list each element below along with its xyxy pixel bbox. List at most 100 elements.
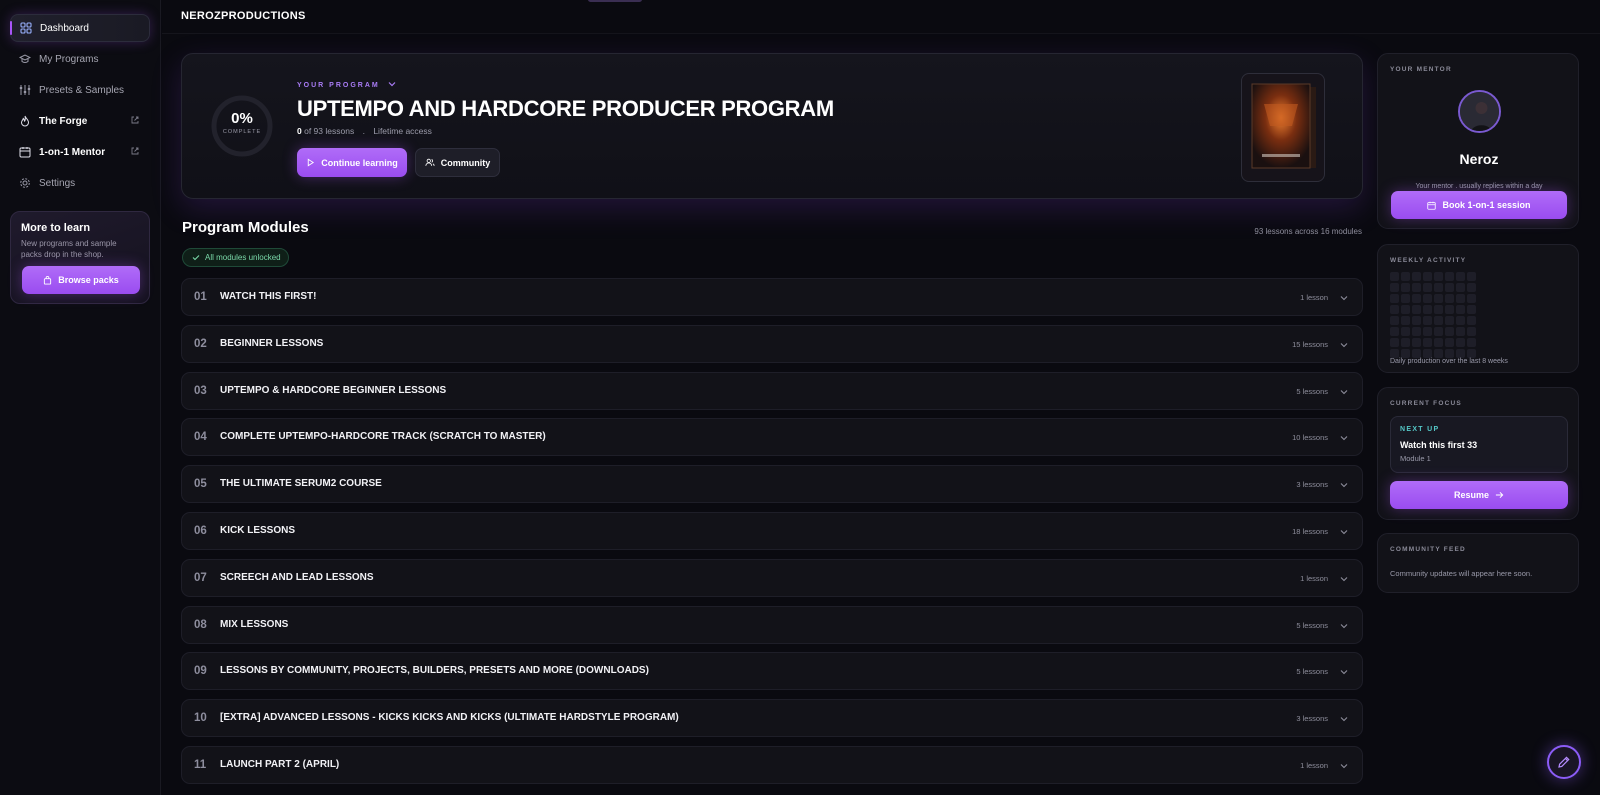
module-row[interactable]: 01 WATCH THIS FIRST! 1 lesson bbox=[181, 278, 1363, 316]
community-button[interactable]: Community bbox=[415, 148, 500, 177]
avatar bbox=[1458, 90, 1501, 133]
activity-cell bbox=[1423, 338, 1432, 347]
activity-cell bbox=[1467, 316, 1476, 325]
activity-cell bbox=[1445, 316, 1454, 325]
mentor-label: YOUR MENTOR bbox=[1390, 66, 1452, 73]
chevron-down-icon[interactable] bbox=[1339, 480, 1349, 490]
program-product-image bbox=[1241, 73, 1325, 182]
module-row[interactable]: 03 UPTEMPO & HARDCORE BEGINNER LESSONS 5 l… bbox=[181, 371, 1363, 410]
chevron-down-icon[interactable] bbox=[1339, 574, 1349, 584]
module-title: BEGINNER LESSONS bbox=[220, 337, 324, 349]
activity-cell bbox=[1456, 349, 1465, 358]
next-lesson-title: Watch this first 33 bbox=[1400, 440, 1478, 450]
sidebar-item-label: Presets & Samples bbox=[39, 84, 125, 96]
sidebar: Dashboard My Programs Presets & Samples … bbox=[0, 0, 161, 795]
calendar-icon bbox=[1427, 201, 1437, 210]
module-title: WATCH THIS FIRST! bbox=[220, 291, 317, 302]
total-lessons: of 93 lessons bbox=[304, 126, 355, 136]
sidebar-item-label: Dashboard bbox=[40, 22, 89, 34]
pencil-icon bbox=[1558, 756, 1570, 768]
access-type: Lifetime access bbox=[373, 126, 432, 136]
module-row[interactable]: 02 BEGINNER LESSONS 15 lessons bbox=[181, 324, 1363, 363]
activity-cell bbox=[1412, 327, 1421, 336]
more-to-learn-card: More to learn New programs and sample pa… bbox=[10, 211, 150, 304]
activity-cell bbox=[1423, 349, 1432, 358]
sidebar-item-settings[interactable]: Settings bbox=[10, 169, 150, 197]
book-session-button[interactable]: Book 1-on-1 session bbox=[1391, 191, 1567, 219]
module-number: 07 bbox=[194, 571, 207, 584]
program-meta: 0 of 93 lessons . Lifetime access bbox=[297, 126, 432, 136]
activity-cell bbox=[1401, 316, 1410, 325]
chevron-down-icon[interactable] bbox=[1339, 714, 1349, 724]
weekly-activity-card: WEEKLY ACTIVITY Daily production over th… bbox=[1377, 244, 1579, 373]
grid-icon bbox=[20, 22, 32, 34]
module-lesson-count: 1 lesson bbox=[1300, 293, 1328, 302]
check-icon bbox=[192, 255, 200, 261]
next-up-panel[interactable]: NEXT UP Watch this first 33 Module 1 bbox=[1390, 416, 1568, 473]
resume-button[interactable]: Resume bbox=[1390, 481, 1568, 509]
chevron-down-icon[interactable] bbox=[1339, 667, 1349, 677]
activity-cell bbox=[1456, 294, 1465, 303]
module-row[interactable]: 11 LAUNCH PART 2 (APRIL) 1 lesson bbox=[181, 746, 1363, 784]
module-number: 10 bbox=[194, 712, 207, 725]
sidebar-item-label: Settings bbox=[39, 177, 76, 189]
activity-cell bbox=[1467, 338, 1476, 347]
module-lesson-count: 1 lesson bbox=[1300, 573, 1328, 583]
module-row[interactable]: 08 MIX LESSONS 5 lessons bbox=[181, 605, 1363, 644]
module-row[interactable]: 07 SCREECH AND LEAD LESSONS 1 lesson bbox=[181, 558, 1363, 597]
module-row[interactable]: 04 COMPLETE UPTEMPO-HARDCORE TRACK (SCRAT… bbox=[181, 418, 1363, 457]
activity-cell bbox=[1412, 338, 1421, 347]
next-up-label: NEXT UP bbox=[1400, 426, 1440, 433]
arrow-right-icon bbox=[1495, 491, 1504, 499]
chevron-down-icon[interactable] bbox=[1339, 433, 1349, 443]
chevron-down-icon[interactable] bbox=[1339, 293, 1349, 303]
play-icon bbox=[308, 158, 315, 167]
activity-cell bbox=[1401, 294, 1410, 303]
chevron-down-icon[interactable] bbox=[1339, 761, 1349, 771]
activity-cell bbox=[1390, 305, 1399, 314]
program-selector[interactable]: YOUR PROGRAM bbox=[297, 81, 396, 89]
program-selector-label: YOUR PROGRAM bbox=[297, 82, 380, 89]
module-lesson-count: 15 lessons bbox=[1292, 339, 1328, 349]
sidebar-item-my-programs[interactable]: My Programs bbox=[10, 45, 150, 73]
learn-card-text: New programs and sample packs drop in th… bbox=[21, 239, 117, 259]
sidebar-item-1-on-1-mentor[interactable]: 1-on-1 Mentor bbox=[10, 138, 150, 166]
module-row[interactable]: 09 LESSONS BY COMMUNITY, PROJECTS, BUILDE… bbox=[181, 652, 1363, 691]
sidebar-item-presets-samples[interactable]: Presets & Samples bbox=[10, 76, 150, 104]
module-title: KICK LESSONS bbox=[220, 525, 296, 536]
gear-icon bbox=[20, 178, 30, 188]
edit-fab-button[interactable] bbox=[1547, 745, 1581, 779]
graduation-cap-icon bbox=[19, 54, 31, 63]
browse-packs-button[interactable]: Browse packs bbox=[22, 266, 140, 294]
module-title: LESSONS BY COMMUNITY, PROJECTS, BUILDERS… bbox=[220, 665, 649, 677]
activity-cell bbox=[1456, 272, 1465, 281]
program-title: UPTEMPO AND HARDCORE PRODUCER PROGRAM bbox=[297, 96, 834, 121]
activity-cell bbox=[1423, 283, 1432, 292]
activity-cell bbox=[1434, 272, 1443, 281]
chevron-down-icon[interactable] bbox=[1339, 340, 1349, 350]
activity-cell bbox=[1445, 305, 1454, 314]
module-lesson-count: 1 lesson bbox=[1300, 761, 1328, 770]
community-feed-label: COMMUNITY FEED bbox=[1390, 546, 1466, 553]
modules-section-title: Program Modules bbox=[182, 219, 309, 236]
module-number: 08 bbox=[194, 618, 207, 631]
module-row[interactable]: 06 KICK LESSONS 18 lessons bbox=[181, 512, 1363, 550]
module-row[interactable]: 10 [EXTRA] ADVANCED LESSONS - KICKS KICKS… bbox=[181, 699, 1363, 738]
header-divider bbox=[162, 33, 1600, 34]
sidebar-item-dashboard[interactable]: Dashboard bbox=[10, 14, 150, 42]
module-lesson-count: 5 lessons bbox=[1296, 386, 1328, 396]
sidebar-item-label: My Programs bbox=[39, 53, 99, 65]
activity-cell bbox=[1423, 305, 1432, 314]
module-lesson-count: 10 lessons bbox=[1292, 433, 1328, 443]
sidebar-item-the-forge[interactable]: The Forge bbox=[10, 107, 150, 135]
module-row[interactable]: 05 THE ULTIMATE SERUM2 COURSE 3 lessons bbox=[181, 465, 1363, 504]
continue-learning-button[interactable]: Continue learning bbox=[297, 148, 407, 177]
chevron-down-icon[interactable] bbox=[1339, 527, 1349, 537]
activity-cell bbox=[1401, 327, 1410, 336]
chevron-down-icon[interactable] bbox=[1339, 621, 1349, 631]
chevron-down-icon[interactable] bbox=[1339, 387, 1349, 397]
activity-cell bbox=[1467, 283, 1476, 292]
brand-logo-text[interactable]: NEROZPRODUCTIONS bbox=[181, 10, 306, 22]
module-number: 01 bbox=[194, 291, 207, 303]
module-title: [EXTRA] ADVANCED LESSONS - KICKS KICKS A… bbox=[220, 712, 679, 724]
